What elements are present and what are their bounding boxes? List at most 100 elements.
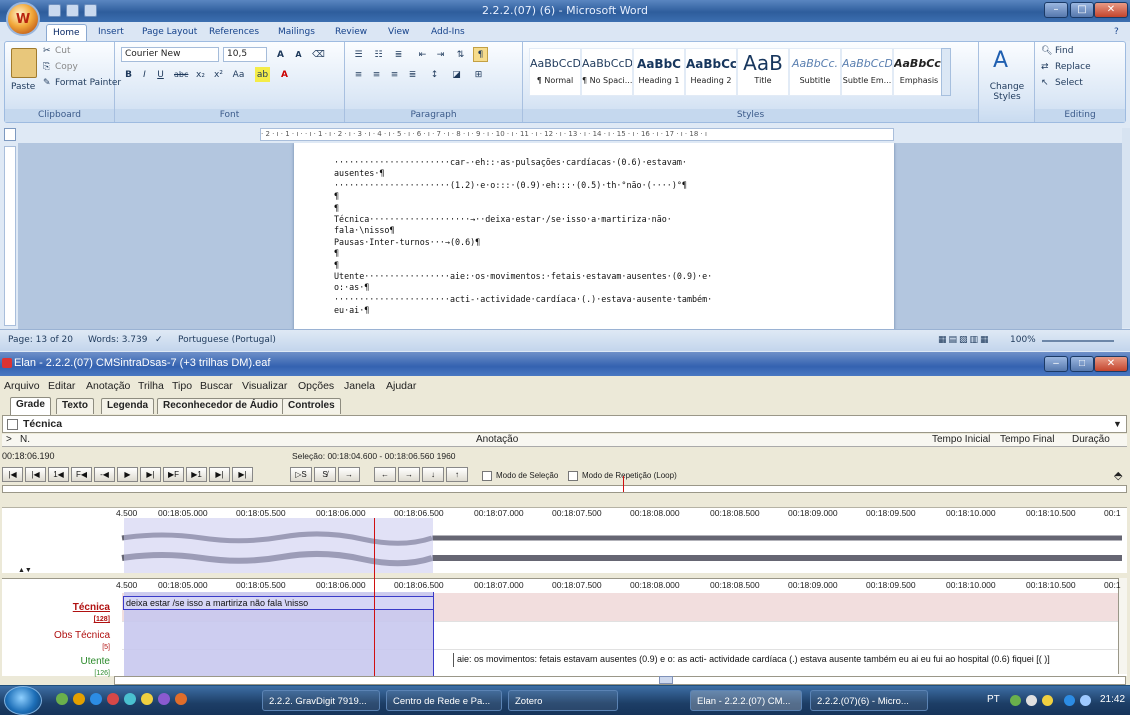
format-painter-button[interactable]: Format Painter — [55, 78, 121, 88]
menu-anotacao[interactable]: Anotação — [86, 380, 130, 392]
media-button-1[interactable]: |◀ — [2, 467, 23, 482]
document-line[interactable]: Utente·················aie:·os·movimento… — [334, 271, 874, 282]
justify-icon[interactable]: ≣ — [405, 67, 420, 82]
menu-buscar[interactable]: Buscar — [200, 380, 233, 392]
cut-icon[interactable]: ✂ — [43, 46, 51, 56]
superscript-icon[interactable]: x² — [211, 67, 226, 82]
document-line[interactable]: ¶ — [334, 191, 874, 202]
style-6[interactable]: AaBbCc. Subtitle — [789, 48, 841, 96]
tab-texto[interactable]: Texto — [56, 398, 94, 414]
bullets-icon[interactable]: ☰ — [351, 47, 366, 62]
document-line[interactable]: ¶ — [334, 203, 874, 214]
ql-icon[interactable] — [90, 693, 102, 705]
timeline-overview[interactable] — [2, 476, 1127, 493]
annotation-utente[interactable]: aie: os movimentos: fetais estavam ausen… — [453, 653, 1113, 667]
tab-page-layout[interactable]: Page Layout — [136, 24, 203, 41]
select-icon[interactable]: ↖ — [1041, 78, 1049, 88]
style-1[interactable]: AaBbCcDc ¶ Normal — [529, 48, 581, 96]
tab-controles[interactable]: Controles — [282, 398, 341, 414]
paste-button[interactable]: Paste — [11, 82, 35, 92]
navigation-button-3[interactable]: ↓ — [422, 467, 444, 482]
menu-janela[interactable]: Janela — [344, 380, 375, 392]
help-icon[interactable]: ? — [1108, 24, 1125, 41]
tray-icon[interactable] — [1010, 695, 1021, 706]
menu-ajudar[interactable]: Ajudar — [386, 380, 416, 392]
tier-vertical-scrollbar[interactable] — [1118, 578, 1127, 674]
italic-icon[interactable]: I — [137, 67, 152, 82]
col-start[interactable]: Tempo Inicial — [932, 434, 990, 445]
styles-scroll[interactable] — [941, 48, 951, 96]
tier-label-tecnica[interactable]: Técnica [128] — [2, 602, 110, 624]
tier-label-utente[interactable]: Utente [126] — [2, 656, 110, 678]
navigation-button-2[interactable]: → — [398, 467, 420, 482]
document-line[interactable]: ·······················car-·eh::·as·puls… — [334, 157, 874, 168]
media-button-9[interactable]: ▶1 — [186, 467, 207, 482]
shrink-font-icon[interactable]: A — [291, 47, 306, 62]
volume-icon[interactable] — [1080, 695, 1091, 706]
elan-maximize-button[interactable]: □ — [1070, 356, 1094, 372]
style-2[interactable]: AaBbCcDc ¶ No Spaci... — [581, 48, 633, 96]
copy-button[interactable]: Copy — [55, 62, 78, 72]
media-button-3[interactable]: 1◀ — [48, 467, 69, 482]
menu-visualizar[interactable]: Visualizar — [242, 380, 287, 392]
tab-mailings[interactable]: Mailings — [272, 24, 321, 41]
word-vertical-scrollbar[interactable] — [1122, 128, 1130, 328]
numbering-icon[interactable]: ☷ — [371, 47, 386, 62]
document-line[interactable]: ¶ — [334, 248, 874, 259]
font-name-combo[interactable]: Courier New — [121, 47, 219, 62]
style-8[interactable]: AaBbCcDc Emphasis — [893, 48, 945, 96]
tab-add-ins[interactable]: Add-Ins — [425, 24, 471, 41]
media-button-4[interactable]: F◀ — [71, 467, 92, 482]
tier-label-obs-tecnica[interactable]: Obs Técnica [5] — [2, 630, 110, 652]
horizontal-ruler[interactable]: · 2 · ı · 1 · ı · · ı · 1 · ı · 2 · ı · … — [260, 128, 894, 141]
loop-mode-checkbox[interactable] — [568, 471, 578, 481]
cut-button[interactable]: Cut — [55, 46, 71, 56]
taskbar-item[interactable]: 2.2.2.(07)(6) - Micro... — [810, 690, 928, 711]
start-button[interactable] — [4, 686, 42, 715]
borders-icon[interactable]: ⊞ — [471, 67, 486, 82]
tab-insert[interactable]: Insert — [92, 24, 130, 41]
selection-mode-checkbox[interactable] — [482, 471, 492, 481]
col-annotation[interactable]: Anotação — [476, 434, 518, 445]
document-line[interactable]: ·······················acti-·actividade·… — [334, 294, 874, 305]
select-button[interactable]: Select — [1055, 78, 1083, 88]
media-button-5[interactable]: -◀ — [94, 467, 115, 482]
language-indicator[interactable]: PT — [987, 694, 1000, 705]
chevron-down-icon[interactable]: ▼ — [1113, 416, 1122, 432]
zoom-level[interactable]: 100% — [1010, 335, 1036, 345]
taskbar-item[interactable]: Centro de Rede e Pa... — [386, 690, 502, 711]
close-button[interactable]: ✕ — [1094, 2, 1128, 18]
media-button-2[interactable]: |◀ — [25, 467, 46, 482]
col-end[interactable]: Tempo Final — [1000, 434, 1054, 445]
language-status[interactable]: Portuguese (Portugal) — [178, 335, 276, 345]
document-line[interactable]: eu·ai·¶ — [334, 305, 874, 316]
replace-icon[interactable]: ⇄ — [1041, 62, 1049, 72]
save-icon[interactable] — [48, 4, 61, 17]
media-button-11[interactable]: ▶| — [232, 467, 253, 482]
media-button-8[interactable]: ▶F — [163, 467, 184, 482]
align-left-icon[interactable]: ≡ — [351, 67, 366, 82]
ql-icon[interactable] — [56, 693, 68, 705]
document-line[interactable]: ausentes·¶ — [334, 168, 874, 179]
menu-trilha[interactable]: Trilha — [138, 380, 164, 392]
elan-minimize-button[interactable]: – — [1044, 356, 1068, 372]
tier-selector[interactable]: Técnica ▼ — [2, 415, 1127, 433]
clock[interactable]: 21:42 — [1100, 694, 1125, 705]
tab-home[interactable]: Home — [46, 24, 87, 41]
elan-close-button[interactable]: ✕ — [1094, 356, 1128, 372]
style-3[interactable]: AaBbC Heading 1 — [633, 48, 685, 96]
tray-icon[interactable] — [1026, 695, 1037, 706]
sort-icon[interactable]: ⇅ — [453, 47, 468, 62]
increase-indent-icon[interactable]: ⇥ — [433, 47, 448, 62]
menu-arquivo[interactable]: Arquivo — [4, 380, 40, 392]
tab-view[interactable]: View — [382, 24, 415, 41]
bold-icon[interactable]: B — [121, 67, 136, 82]
find-icon[interactable]: 🔍︎ — [1041, 46, 1052, 56]
word-count[interactable]: Words: 3.739 — [88, 335, 147, 345]
selection-button-3[interactable]: → — [338, 467, 360, 482]
elan-horizontal-scrollbar[interactable] — [114, 676, 1126, 685]
navigation-button-4[interactable]: ↑ — [446, 467, 468, 482]
align-right-icon[interactable]: ≡ — [387, 67, 402, 82]
tab-selector[interactable] — [4, 128, 16, 141]
media-button-7[interactable]: ▶| — [140, 467, 161, 482]
